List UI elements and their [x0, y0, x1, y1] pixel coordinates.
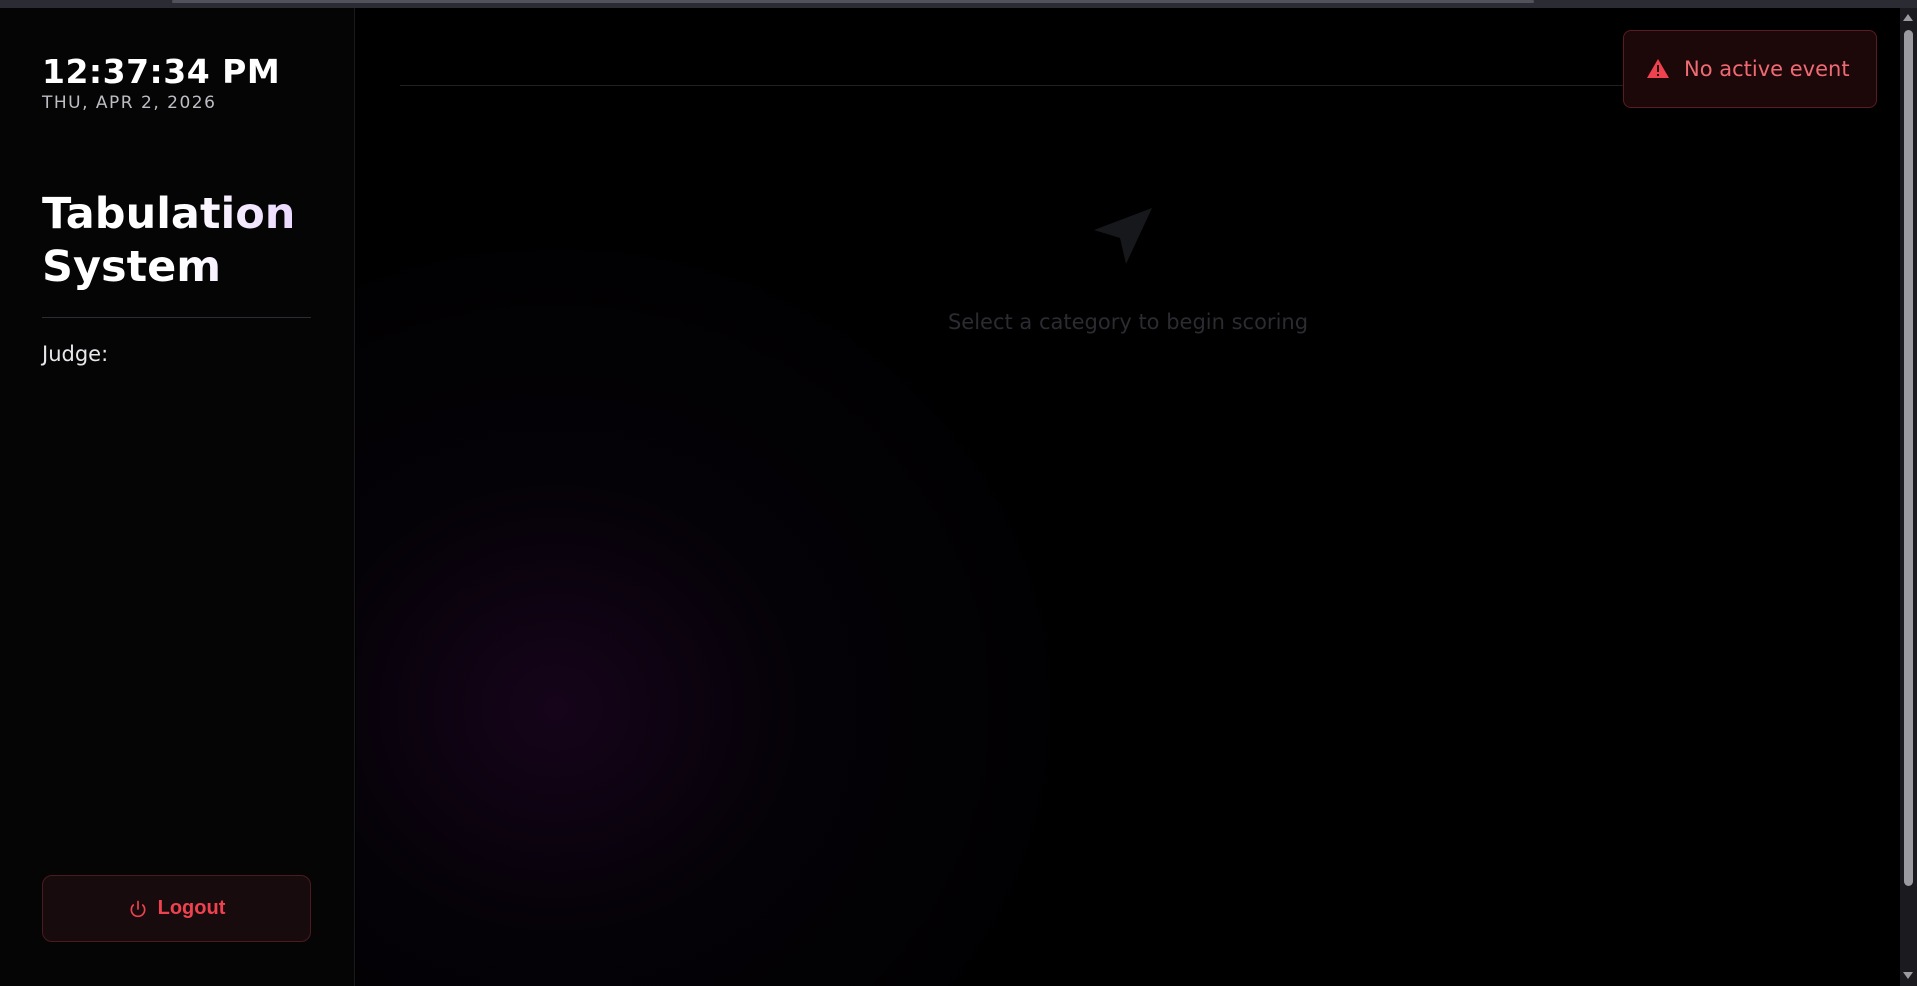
sidebar-divider — [42, 317, 311, 318]
empty-state-text: Select a category to begin scoring — [947, 310, 1309, 334]
warning-triangle-icon — [1647, 59, 1669, 78]
alert-text: No active event — [1684, 57, 1850, 81]
vertical-scrollbar[interactable] — [1900, 8, 1917, 986]
no-active-event-alert: No active event — [1623, 30, 1877, 108]
app-title: Tabulation System — [42, 188, 342, 294]
clock-date: THU, APR 2, 2026 — [42, 93, 217, 113]
scroll-thumb[interactable] — [1904, 30, 1913, 886]
scroll-down-arrow-icon[interactable] — [1903, 972, 1913, 979]
sidebar: 12:37:34 PM THU, APR 2, 2026 Tabulation … — [0, 8, 355, 986]
scroll-up-arrow-icon[interactable] — [1903, 14, 1913, 21]
logout-label: Logout — [157, 897, 226, 919]
horizontal-scroll-track[interactable] — [172, 0, 1534, 3]
app-title-line2: System — [42, 242, 222, 292]
main-content: Select a category to begin scoring — [356, 8, 1900, 986]
navigation-arrow-icon — [1094, 208, 1152, 264]
app-title-line1: Tabulation — [42, 189, 296, 239]
logout-button[interactable]: Logout — [42, 875, 311, 942]
clock-time: 12:37:34 PM — [42, 52, 281, 91]
power-icon — [130, 900, 146, 917]
judge-label: Judge: — [42, 342, 109, 366]
browser-top-bar — [0, 0, 1917, 8]
